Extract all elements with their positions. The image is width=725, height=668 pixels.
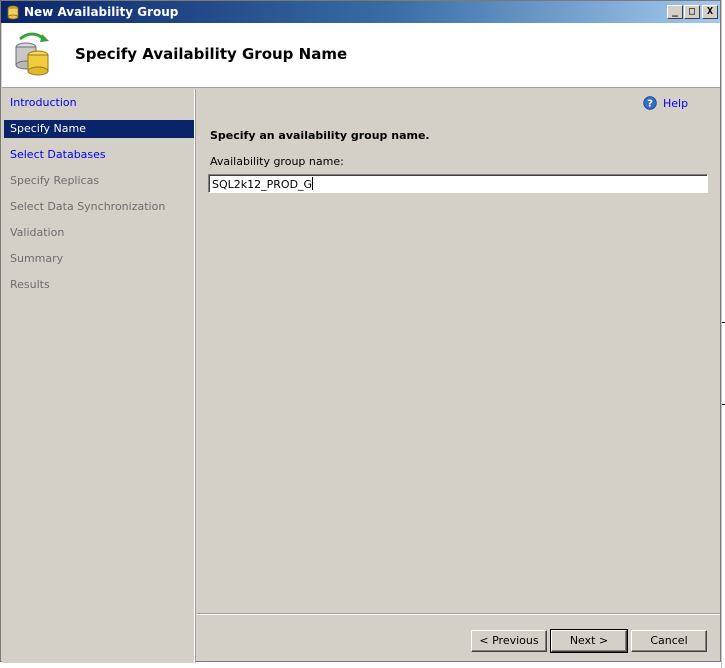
- wizard-header: Specify Availability Group Name: [2, 23, 720, 88]
- help-link[interactable]: ? Help: [643, 96, 688, 110]
- footer-separator: [197, 613, 720, 615]
- nav-item-select-databases[interactable]: Select Databases: [4, 146, 194, 164]
- title-bar[interactable]: New Availability Group _ □ X: [1, 1, 720, 23]
- nav-item-introduction[interactable]: Introduction: [4, 94, 194, 112]
- page-title: Specify Availability Group Name: [75, 45, 348, 63]
- help-label[interactable]: Help: [663, 97, 688, 110]
- nav-item-summary: Summary: [10, 252, 64, 265]
- group-name-label: Availability group name:: [210, 155, 344, 168]
- database-sync-icon: [15, 32, 49, 76]
- wizard-nav: Introduction Specify Name Select Databas…: [2, 89, 195, 663]
- minimize-button[interactable]: _: [667, 5, 683, 19]
- nav-item-validation: Validation: [10, 226, 65, 239]
- text-caret: [312, 177, 314, 190]
- wizard-window: New Availability Group _ □ X Specify Ava…: [0, 0, 721, 663]
- maximize-button[interactable]: □: [684, 5, 700, 19]
- nav-item-specify-name[interactable]: Specify Name: [4, 120, 194, 138]
- nav-item-results: Results: [10, 278, 50, 291]
- nav-item-specify-replicas: Specify Replicas: [10, 174, 100, 187]
- section-heading: Specify an availability group name.: [210, 129, 430, 142]
- previous-button[interactable]: < Previous: [471, 630, 547, 652]
- nav-item-select-data-synchronization: Select Data Synchronization: [10, 200, 166, 213]
- next-button[interactable]: Next >: [550, 629, 628, 653]
- input-value: SQL2k12_PROD_G: [212, 178, 313, 191]
- content-pane: ? Help Specify an availability group nam…: [197, 89, 720, 611]
- availability-group-icon: [7, 5, 19, 20]
- availability-group-name-input[interactable]: SQL2k12_PROD_G: [208, 174, 708, 193]
- help-icon[interactable]: ?: [643, 96, 657, 110]
- window-title: New Availability Group: [24, 5, 179, 19]
- background-edge: [721, 0, 725, 668]
- svg-text:?: ?: [647, 99, 653, 110]
- cancel-button[interactable]: Cancel: [631, 630, 707, 652]
- close-button[interactable]: X: [702, 5, 718, 19]
